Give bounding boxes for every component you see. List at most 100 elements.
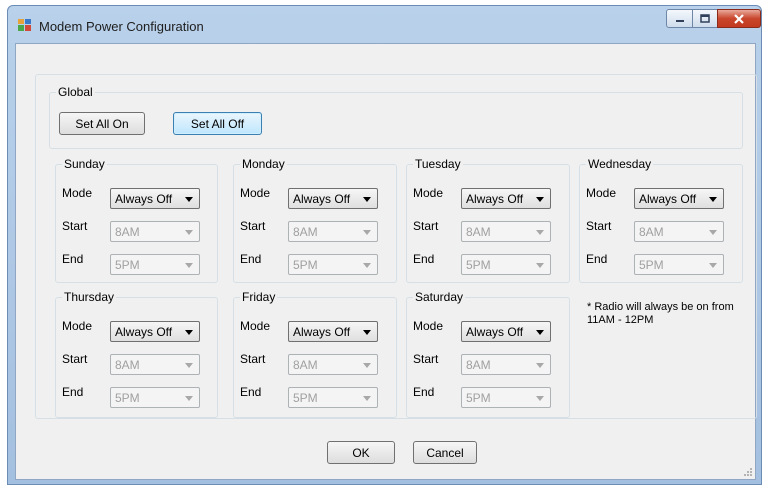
chevron-down-icon <box>363 330 371 335</box>
saturday-mode-value: Always Off <box>466 325 524 339</box>
saturday-start-value: 8AM <box>466 358 491 372</box>
maximize-icon <box>700 14 710 23</box>
maximize-button[interactable] <box>692 9 718 28</box>
chevron-down-icon <box>185 230 193 235</box>
ok-button[interactable]: OK <box>327 441 395 464</box>
chevron-down-icon <box>185 396 193 401</box>
chevron-down-icon <box>709 263 717 268</box>
saturday-end-label: End <box>413 385 435 399</box>
chevron-down-icon <box>363 197 371 202</box>
friday-end-select[interactable]: 5PM <box>288 387 378 408</box>
friday-mode-value: Always Off <box>293 325 351 339</box>
monday-mode-select[interactable]: Always Off <box>288 188 378 209</box>
chevron-down-icon <box>363 363 371 368</box>
thursday-start-label: Start <box>62 352 88 366</box>
monday-end-label: End <box>240 252 262 266</box>
minimize-icon <box>675 19 684 22</box>
sunday-start-select[interactable]: 8AM <box>110 221 200 242</box>
close-button[interactable] <box>717 9 761 28</box>
wednesday-mode-value: Always Off <box>639 192 697 206</box>
chevron-down-icon <box>536 330 544 335</box>
saturday-mode-label: Mode <box>413 319 444 333</box>
wednesday-end-value: 5PM <box>639 258 664 272</box>
saturday-start-select[interactable]: 8AM <box>461 354 551 375</box>
tuesday-end-select[interactable]: 5PM <box>461 254 551 275</box>
window-title: Modem Power Configuration <box>39 19 204 34</box>
chevron-down-icon <box>185 330 193 335</box>
resize-grip-icon[interactable] <box>743 467 753 477</box>
set-all-on-button[interactable]: Set All On <box>59 112 145 135</box>
tuesday-mode-select[interactable]: Always Off <box>461 188 551 209</box>
saturday-group-label: Saturday <box>413 290 466 304</box>
sunday-mode-value: Always Off <box>115 192 173 206</box>
chevron-down-icon <box>536 197 544 202</box>
tuesday-start-select[interactable]: 8AM <box>461 221 551 242</box>
global-group: Global <box>49 85 743 149</box>
sunday-start-label: Start <box>62 219 88 233</box>
chevron-down-icon <box>536 263 544 268</box>
friday-start-select[interactable]: 8AM <box>288 354 378 375</box>
sunday-mode-label: Mode <box>62 186 93 200</box>
thursday-mode-select[interactable]: Always Off <box>110 321 200 342</box>
friday-start-label: Start <box>240 352 266 366</box>
thursday-end-select[interactable]: 5PM <box>110 387 200 408</box>
monday-start-label: Start <box>240 219 266 233</box>
friday-mode-label: Mode <box>240 319 271 333</box>
saturday-end-value: 5PM <box>466 391 491 405</box>
saturday-end-select[interactable]: 5PM <box>461 387 551 408</box>
wednesday-start-select[interactable]: 8AM <box>634 221 724 242</box>
tuesday-group-label: Tuesday <box>413 157 463 171</box>
monday-end-select[interactable]: 5PM <box>288 254 378 275</box>
chevron-down-icon <box>536 363 544 368</box>
thursday-mode-value: Always Off <box>115 325 173 339</box>
tuesday-start-value: 8AM <box>466 225 491 239</box>
chevron-down-icon <box>363 396 371 401</box>
monday-start-select[interactable]: 8AM <box>288 221 378 242</box>
sunday-end-label: End <box>62 252 84 266</box>
title-bar[interactable]: Modem Power Configuration <box>8 6 761 44</box>
set-all-off-button[interactable]: Set All Off <box>173 112 262 135</box>
chevron-down-icon <box>185 363 193 368</box>
chevron-down-icon <box>185 197 193 202</box>
monday-end-value: 5PM <box>293 258 318 272</box>
wednesday-end-select[interactable]: 5PM <box>634 254 724 275</box>
cancel-button[interactable]: Cancel <box>413 441 477 464</box>
friday-end-value: 5PM <box>293 391 318 405</box>
tuesday-end-label: End <box>413 252 435 266</box>
wednesday-mode-label: Mode <box>586 186 617 200</box>
modem-power-window: Modem Power Configuration Global Set All… <box>7 5 762 485</box>
tuesday-start-label: Start <box>413 219 439 233</box>
sunday-mode-select[interactable]: Always Off <box>110 188 200 209</box>
thursday-end-value: 5PM <box>115 391 140 405</box>
sunday-end-select[interactable]: 5PM <box>110 254 200 275</box>
wednesday-end-label: End <box>586 252 608 266</box>
client-area: Global Set All On Set All Off Sunday Mode… <box>15 43 757 480</box>
monday-start-value: 8AM <box>293 225 318 239</box>
app-icon <box>18 19 31 31</box>
wednesday-start-label: Start <box>586 219 612 233</box>
thursday-group-label: Thursday <box>62 290 117 304</box>
thursday-start-value: 8AM <box>115 358 140 372</box>
chevron-down-icon <box>363 230 371 235</box>
monday-group-label: Monday <box>240 157 287 171</box>
close-icon <box>734 13 744 24</box>
monday-mode-label: Mode <box>240 186 271 200</box>
tuesday-end-value: 5PM <box>466 258 491 272</box>
minimize-button[interactable] <box>666 9 693 28</box>
thursday-start-select[interactable]: 8AM <box>110 354 200 375</box>
friday-start-value: 8AM <box>293 358 318 372</box>
thursday-mode-label: Mode <box>62 319 93 333</box>
wednesday-group-label: Wednesday <box>586 157 654 171</box>
chevron-down-icon <box>536 230 544 235</box>
chevron-down-icon <box>709 230 717 235</box>
tuesday-mode-value: Always Off <box>466 192 524 206</box>
chevron-down-icon <box>536 396 544 401</box>
friday-group-label: Friday <box>240 290 278 304</box>
global-group-label: Global <box>56 85 95 99</box>
friday-mode-select[interactable]: Always Off <box>288 321 378 342</box>
saturday-start-label: Start <box>413 352 439 366</box>
radio-note: * Radio will always be on from 11AM - 12… <box>587 301 734 326</box>
sunday-group-label: Sunday <box>62 157 107 171</box>
wednesday-mode-select[interactable]: Always Off <box>634 188 724 209</box>
saturday-mode-select[interactable]: Always Off <box>461 321 551 342</box>
